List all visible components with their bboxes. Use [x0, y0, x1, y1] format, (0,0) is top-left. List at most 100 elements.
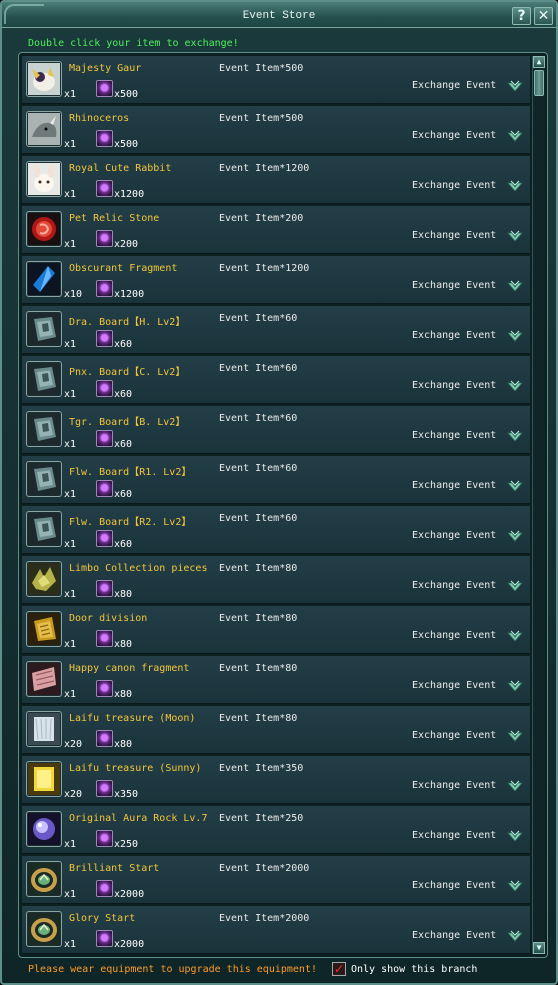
board-book-icon[interactable] [26, 361, 62, 397]
exchange-arrow-icon[interactable] [506, 879, 524, 895]
exchange-arrow-icon[interactable] [506, 279, 524, 295]
exchange-arrow-icon[interactable] [506, 479, 524, 495]
cost-amount: x60 [114, 489, 133, 500]
item-row[interactable]: Glory Start x1 x2000 Event Item*2000 Exc… [22, 906, 530, 954]
board-book-icon[interactable] [26, 511, 62, 547]
rhinoceros-icon[interactable] [26, 111, 62, 147]
event-item-icon [96, 330, 113, 347]
item-row[interactable]: Laifu treasure (Moon) x20 x80 Event Item… [22, 706, 530, 754]
item-row[interactable]: Pnx. Board【C. Lv2】 x1 x60 Event Item*60 … [22, 356, 530, 404]
item-row[interactable]: Rhinoceros x1 x500 Event Item*500 Exchan… [22, 106, 530, 154]
ring-icon[interactable] [26, 861, 62, 897]
event-item-icon [96, 780, 113, 797]
item-name: Pnx. Board【C. Lv2】 [69, 367, 186, 378]
close-button[interactable]: ✕ [534, 7, 553, 25]
exchange-arrow-icon[interactable] [506, 179, 524, 195]
exchange-arrow-icon[interactable] [506, 779, 524, 795]
item-row[interactable]: Laifu treasure (Sunny) x20 x350 Event It… [22, 756, 530, 804]
item-row[interactable]: Obscurant Fragment x10 x1200 Event Item*… [22, 256, 530, 304]
exchange-arrow-icon[interactable] [506, 379, 524, 395]
exchange-arrow-icon[interactable] [506, 429, 524, 445]
cost-label: Event Item*60 [219, 363, 298, 374]
cost-label: Event Item*60 [219, 413, 298, 424]
cost-label: Event Item*80 [219, 713, 298, 724]
scrollbar[interactable]: ▲ ▼ [532, 56, 545, 954]
help-button[interactable]: ? [512, 7, 531, 25]
exchange-arrow-icon[interactable] [506, 829, 524, 845]
aura-rock-icon[interactable] [26, 811, 62, 847]
moon-treasure-icon[interactable] [26, 711, 62, 747]
item-name: Tgr. Board【B. Lv2】 [69, 417, 186, 428]
item-quantity: x1 [64, 539, 77, 550]
exchange-label: Exchange Event [412, 330, 497, 341]
board-book-icon[interactable] [26, 411, 62, 447]
sunny-treasure-icon[interactable] [26, 761, 62, 797]
scroll-thumb[interactable] [534, 70, 544, 96]
event-item-icon [96, 730, 113, 747]
item-row[interactable]: Tgr. Board【B. Lv2】 x1 x60 Event Item*60 … [22, 406, 530, 454]
item-name: Dra. Board【H. Lv2】 [69, 317, 186, 328]
item-row[interactable]: Royal Cute Rabbit x1 x1200 Event Item*12… [22, 156, 530, 204]
exchange-label: Exchange Event [412, 380, 497, 391]
exchange-arrow-icon[interactable] [506, 329, 524, 345]
exchange-arrow-icon[interactable] [506, 729, 524, 745]
item-row[interactable]: Limbo Collection pieces x1 x80 Event Ite… [22, 556, 530, 604]
exchange-arrow-icon[interactable] [506, 579, 524, 595]
cost-amount: x1200 [114, 189, 145, 200]
item-row[interactable]: Door division x1 x80 Event Item*80 Excha… [22, 606, 530, 654]
item-list-panel: Majesty Gaur x1 x500 Event Item*500 Exch… [18, 52, 548, 958]
board-book-icon[interactable] [26, 311, 62, 347]
item-row[interactable]: Dra. Board【H. Lv2】 x1 x60 Event Item*60 … [22, 306, 530, 354]
item-row[interactable]: Happy canon fragment x1 x80 Event Item*8… [22, 656, 530, 704]
item-row[interactable]: Pet Relic Stone x1 x200 Event Item*200 E… [22, 206, 530, 254]
exchange-arrow-icon[interactable] [506, 229, 524, 245]
exchange-arrow-icon[interactable] [506, 629, 524, 645]
event-item-icon [96, 530, 113, 547]
cost-label: Event Item*60 [219, 463, 298, 474]
collection-pieces-icon[interactable] [26, 561, 62, 597]
exchange-arrow-icon[interactable] [506, 529, 524, 545]
item-row[interactable]: Brilliant Start x1 x2000 Event Item*2000… [22, 856, 530, 904]
event-item-icon [96, 480, 113, 497]
cost-amount: x2000 [114, 889, 145, 900]
event-item-icon [96, 580, 113, 597]
item-quantity: x1 [64, 639, 77, 650]
relic-stone-icon[interactable] [26, 211, 62, 247]
scroll-down-button[interactable]: ▼ [533, 942, 545, 954]
exchange-arrow-icon[interactable] [506, 79, 524, 95]
canon-fragment-icon[interactable] [26, 661, 62, 697]
event-item-icon [96, 230, 113, 247]
exchange-arrow-icon[interactable] [506, 679, 524, 695]
majesty-gaur-icon[interactable] [26, 61, 62, 97]
event-item-icon [96, 680, 113, 697]
scroll-up-button[interactable]: ▲ [533, 56, 545, 68]
only-show-branch-label[interactable]: Only show this branch [351, 964, 477, 975]
cost-amount: x80 [114, 739, 133, 750]
exchange-arrow-icon[interactable] [506, 929, 524, 945]
item-name: Royal Cute Rabbit [69, 163, 172, 174]
item-quantity: x1 [64, 489, 77, 500]
cost-amount: x80 [114, 689, 133, 700]
cost-label: Event Item*2000 [219, 863, 310, 874]
cost-amount: x500 [114, 89, 139, 100]
event-item-icon [96, 430, 113, 447]
exchange-label: Exchange Event [412, 130, 497, 141]
ring-icon[interactable] [26, 911, 62, 947]
item-row[interactable]: Majesty Gaur x1 x500 Event Item*500 Exch… [22, 56, 530, 104]
board-book-icon[interactable] [26, 461, 62, 497]
event-item-icon [96, 880, 113, 897]
item-row[interactable]: Original Aura Rock Lv.7 x1 x250 Event It… [22, 806, 530, 854]
item-row[interactable]: Flw. Board【R1. Lv2】 x1 x60 Event Item*60… [22, 456, 530, 504]
item-quantity: x1 [64, 889, 77, 900]
title-bar[interactable]: Event Store ? ✕ [2, 2, 556, 28]
crystal-fragment-icon[interactable] [26, 261, 62, 297]
item-name: Happy canon fragment [69, 663, 190, 674]
item-row[interactable]: Flw. Board【R2. Lv2】 x1 x60 Event Item*60… [22, 506, 530, 554]
cost-label: Event Item*80 [219, 563, 298, 574]
door-division-icon[interactable] [26, 611, 62, 647]
rabbit-icon[interactable] [26, 161, 62, 197]
only-show-branch-checkbox[interactable]: ✓ [332, 962, 346, 976]
event-item-icon [96, 380, 113, 397]
exchange-arrow-icon[interactable] [506, 129, 524, 145]
item-name: Obscurant Fragment [69, 263, 178, 274]
